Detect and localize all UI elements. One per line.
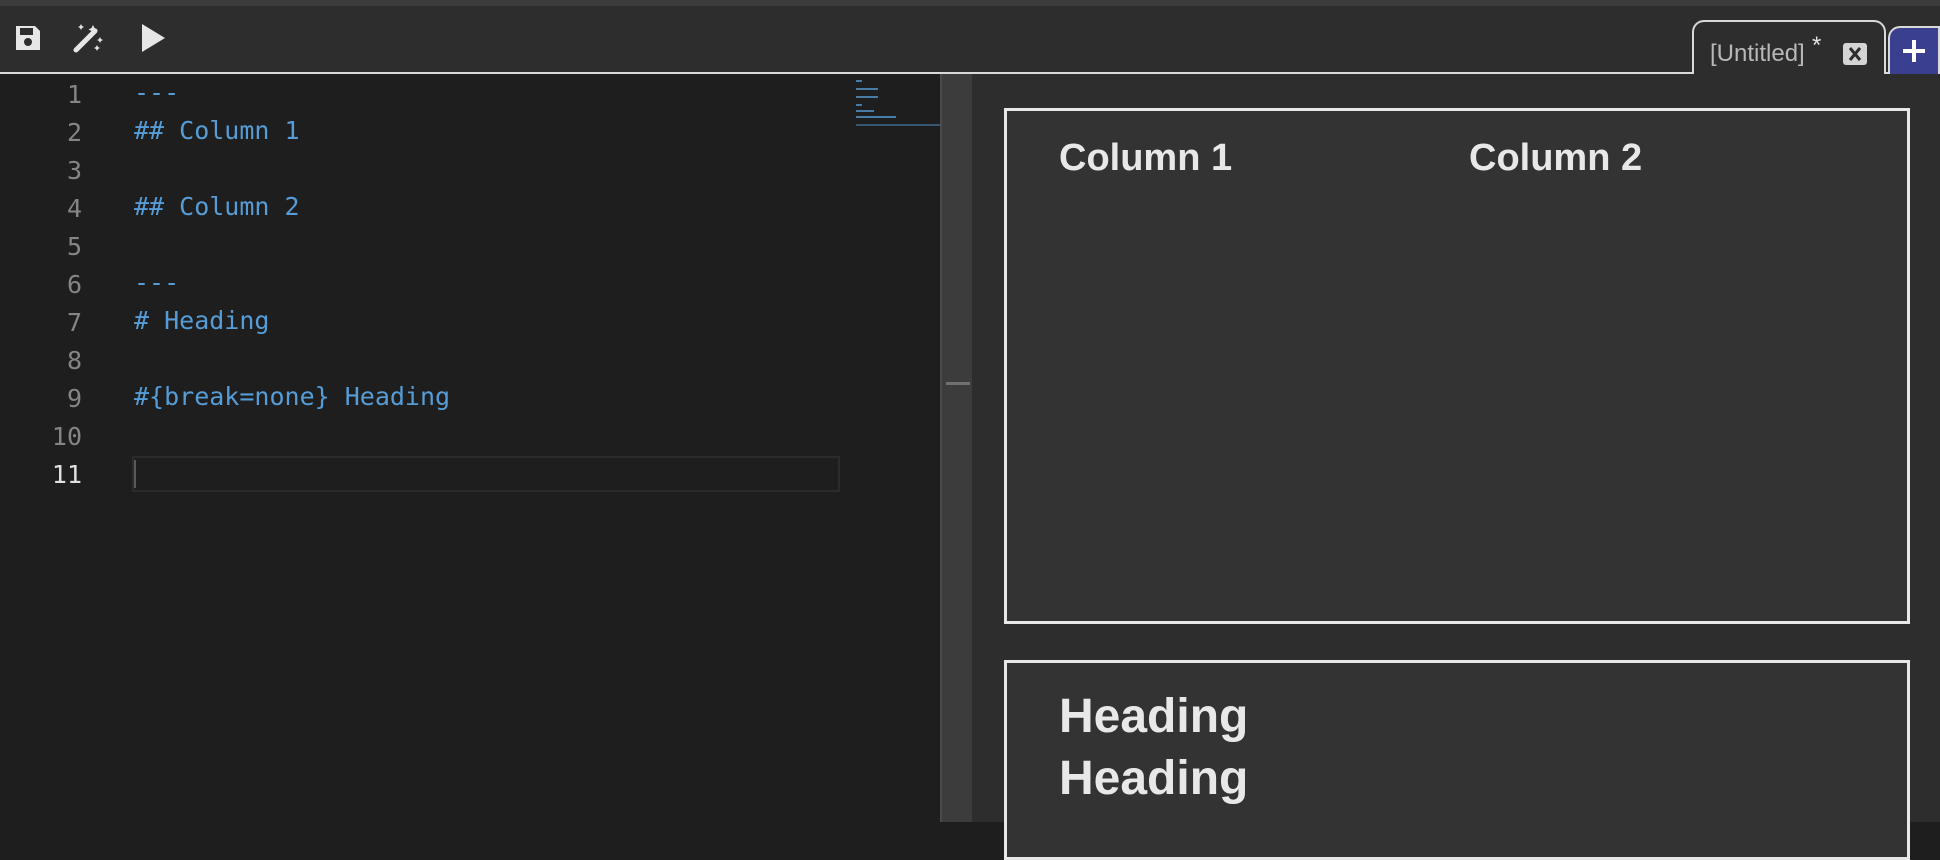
preview-slide-1: Column 1 Column 2 [1004, 108, 1910, 624]
tab-untitled[interactable]: [Untitled] * [1692, 20, 1886, 76]
code-editor[interactable]: 1 2 3 4 5 6 7 8 9 10 11 --- ## Column 1 … [0, 74, 940, 822]
tab-label: [Untitled] [1710, 40, 1805, 67]
column-1-heading: Column 1 [1059, 137, 1233, 179]
save-button[interactable] [8, 18, 48, 58]
splitter-grip-icon [946, 382, 970, 385]
toolbar: [Untitled] * [0, 6, 1940, 78]
line-number: 8 [66, 346, 82, 375]
modified-marker: * [1812, 32, 1822, 59]
line-number: 7 [66, 308, 82, 337]
line-number: 1 [66, 80, 82, 109]
text-caret [134, 460, 136, 488]
pane-splitter[interactable] [940, 74, 972, 822]
minimap-viewport [856, 124, 940, 126]
line-number: 4 [66, 194, 82, 223]
line-number-active: 11 [51, 460, 82, 489]
minimap-line [856, 104, 862, 106]
line-number: 2 [66, 118, 82, 147]
slide-heading: Heading [1059, 752, 1249, 805]
slide-heading: Heading [1059, 690, 1249, 743]
magic-wand-icon [71, 21, 105, 55]
line-number: 9 [66, 384, 82, 413]
minimap-line [856, 88, 878, 90]
minimap[interactable] [852, 76, 940, 136]
magic-wand-button[interactable] [68, 18, 108, 58]
line-number-gutter: 1 2 3 4 5 6 7 8 9 10 11 [0, 74, 96, 822]
code-line[interactable]: ## Column 1 [134, 112, 300, 150]
line-number: 5 [66, 232, 82, 261]
line-number: 6 [66, 270, 82, 299]
play-icon [137, 22, 167, 54]
code-line[interactable]: --- [134, 74, 179, 112]
add-tab-button[interactable] [1888, 26, 1940, 78]
slide-preview: Column 1 Column 2 Heading Heading [972, 74, 1940, 860]
minimap-line [856, 110, 874, 112]
code-line[interactable]: ## Column 2 [134, 188, 300, 226]
preview-slide-2: Heading Heading [1004, 660, 1910, 860]
save-icon [13, 23, 43, 53]
code-line[interactable]: # Heading [134, 302, 269, 340]
code-line[interactable]: --- [134, 264, 179, 302]
current-line-highlight [132, 456, 840, 492]
run-button[interactable] [132, 18, 172, 58]
close-icon[interactable] [1842, 42, 1868, 66]
code-line[interactable]: #{break=none} Heading [134, 378, 450, 416]
line-number: 3 [66, 156, 82, 185]
plus-icon [1900, 37, 1928, 70]
minimap-line [856, 80, 862, 82]
line-number: 10 [51, 422, 82, 451]
column-2-heading: Column 2 [1469, 137, 1643, 179]
minimap-line [856, 96, 878, 98]
minimap-line [856, 116, 896, 118]
